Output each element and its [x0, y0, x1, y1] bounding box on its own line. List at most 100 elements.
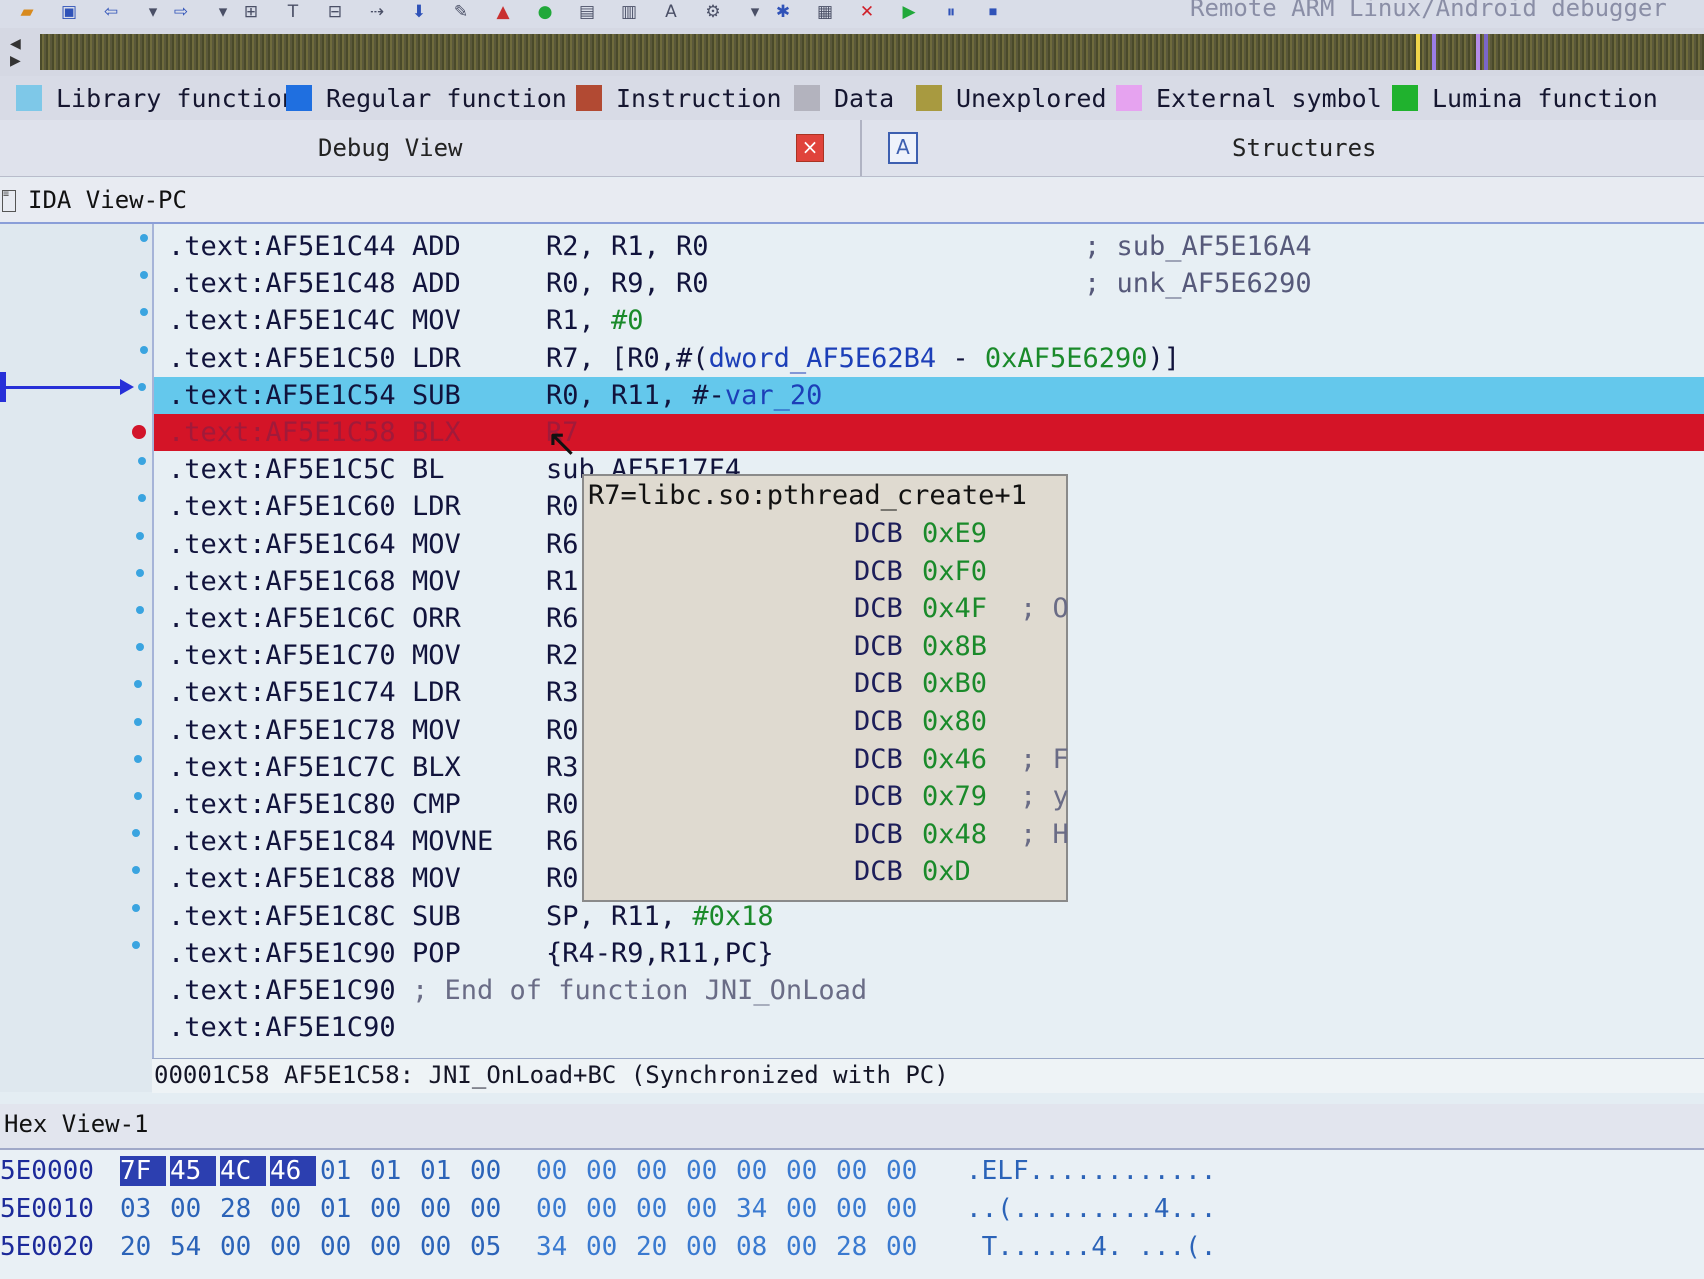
- instruction-address[interactable]: .text:AF5E1C70: [168, 640, 396, 671]
- hex-byte[interactable]: 00: [536, 1156, 582, 1186]
- toolbar-detach-icon[interactable]: ⏹: [982, 2, 1004, 22]
- hex-byte[interactable]: 4C: [220, 1156, 266, 1186]
- instruction-address[interactable]: .text:AF5E1C6C: [168, 603, 396, 634]
- toolbar-graph-icon[interactable]: ▦: [814, 2, 836, 22]
- hex-byte[interactable]: 00: [836, 1156, 882, 1186]
- line-dot-icon[interactable]: [140, 345, 148, 354]
- instruction-address[interactable]: .text:AF5E1C4C: [168, 305, 396, 336]
- toolbar-dropdown-icon[interactable]: ▾: [142, 2, 164, 22]
- instruction-mnemonic[interactable]: MOV: [412, 863, 461, 894]
- instruction-mnemonic[interactable]: MOV: [412, 566, 461, 597]
- hex-byte[interactable]: 00: [370, 1232, 416, 1262]
- hex-byte[interactable]: 00: [636, 1156, 682, 1186]
- hex-byte[interactable]: 01: [320, 1156, 366, 1186]
- hex-byte[interactable]: 05: [470, 1232, 516, 1262]
- instruction-mnemonic[interactable]: BLX: [412, 752, 461, 783]
- instruction-address[interactable]: .text:AF5E1C54: [168, 380, 396, 411]
- instruction-operands[interactable]: R2, R1, R0: [546, 231, 709, 262]
- line-dot-icon[interactable]: [140, 234, 148, 242]
- listing-row[interactable]: .text:AF5E1C90 POP {R4-R9,R11,PC}: [154, 935, 1704, 972]
- instruction-mnemonic[interactable]: MOVNE: [412, 826, 493, 857]
- instruction-address[interactable]: .text:AF5E1C90: [168, 938, 396, 969]
- line-dot-icon[interactable]: [138, 494, 146, 503]
- tab-structures[interactable]: A Structures: [862, 120, 1704, 176]
- close-tab-icon[interactable]: ×: [796, 134, 824, 162]
- instruction-address[interactable]: .text:AF5E1C80: [168, 789, 396, 820]
- hex-byte[interactable]: 00: [320, 1232, 366, 1262]
- toolbar-pause-icon[interactable]: ⏸: [940, 2, 962, 22]
- instruction-address[interactable]: .text:AF5E1C74: [168, 677, 396, 708]
- hex-byte[interactable]: 00: [686, 1232, 732, 1262]
- hex-byte[interactable]: 00: [786, 1156, 832, 1186]
- toolbar-string-icon[interactable]: A: [660, 2, 682, 22]
- instruction-operands[interactable]: R0, R11, #-var_20: [546, 380, 822, 411]
- line-dot-icon[interactable]: [136, 568, 144, 577]
- toolbar-green-circle-icon[interactable]: ●: [534, 2, 556, 22]
- toolbar-structure-icon[interactable]: ⚙: [702, 2, 724, 22]
- instruction-mnemonic[interactable]: LDR: [412, 343, 461, 374]
- hex-row[interactable]: 5E0000 7F 45 4C 46 01 01 01 00 00 00 00 00 00 00 00 00 .E…: [0, 1152, 1704, 1190]
- toolbar-nav-icon[interactable]: ⇢: [366, 2, 388, 22]
- instruction-operands[interactable]: SP, R11, #0x18: [546, 901, 774, 932]
- hex-ascii[interactable]: ..(.........4...: [966, 1194, 1216, 1224]
- hex-byte[interactable]: 01: [420, 1156, 466, 1186]
- line-dot-icon[interactable]: [136, 606, 144, 614]
- listing-row[interactable]: .text:AF5E1C44 ADD R2, R1, R0 ; sub_AF5E16A…: [154, 228, 1704, 265]
- hex-view-body[interactable]: 5E0000 7F 45 4C 46 01 01 01 00 00 00 00 00 00 00 00 00 .E…: [0, 1150, 1704, 1279]
- toolbar-stop-icon[interactable]: ✕: [856, 2, 878, 22]
- toolbar-back-icon[interactable]: ⇦: [100, 2, 122, 22]
- hex-byte[interactable]: 00: [786, 1194, 832, 1224]
- toolbar-save-icon[interactable]: ▣: [58, 2, 80, 22]
- instruction-operands[interactable]: {R4-R9,R11,PC}: [546, 938, 774, 969]
- instruction-address[interactable]: .text:AF5E1C88: [168, 863, 396, 894]
- instruction-mnemonic[interactable]: POP: [412, 938, 461, 969]
- hex-row[interactable]: 5E0010 03 00 28 00 01 00 00 00 00 00 00 00 34 00 00 00..…: [0, 1190, 1704, 1228]
- hex-byte[interactable]: 00: [586, 1194, 632, 1224]
- listing-row[interactable]: .text:AF5E1C90: [154, 1009, 1704, 1046]
- instruction-mnemonic[interactable]: BLX: [412, 417, 461, 448]
- hex-byte[interactable]: 20: [120, 1232, 166, 1262]
- toolbar-gear-icon[interactable]: ✱: [772, 2, 794, 22]
- instruction-address[interactable]: .text:AF5E1C50: [168, 343, 396, 374]
- line-dot-icon[interactable]: [140, 308, 148, 317]
- instruction-operands[interactable]: R1, #0: [546, 305, 644, 336]
- hex-byte[interactable]: 00: [270, 1232, 316, 1262]
- hex-byte[interactable]: 00: [470, 1156, 516, 1186]
- instruction-address[interactable]: .text:AF5E1C8C: [168, 901, 396, 932]
- instruction-address[interactable]: .text:AF5E1C64: [168, 529, 396, 560]
- listing-row[interactable]: .text:AF5E1C90 ; End of function JNI_OnLo…: [154, 972, 1704, 1009]
- current-instruction-row[interactable]: .text:AF5E1C54 SUB R0, R11, #-var_20: [154, 376, 1704, 414]
- line-dot-icon[interactable]: [134, 754, 142, 763]
- hex-byte[interactable]: 00: [420, 1194, 466, 1224]
- hex-byte[interactable]: 03: [120, 1194, 166, 1224]
- hex-byte[interactable]: 00: [886, 1232, 932, 1262]
- instruction-mnemonic[interactable]: SUB: [412, 901, 461, 932]
- hex-byte[interactable]: 00: [270, 1194, 316, 1224]
- line-dot-icon[interactable]: [132, 940, 140, 949]
- hex-byte[interactable]: 00: [220, 1232, 266, 1262]
- navigation-strip[interactable]: [40, 34, 1704, 70]
- line-dot-icon[interactable]: [140, 271, 148, 280]
- instruction-address[interactable]: .text:AF5E1C60: [168, 491, 396, 522]
- toolbar-forward-icon[interactable]: ⇨: [170, 2, 192, 22]
- hex-byte[interactable]: 00: [786, 1232, 832, 1262]
- instruction-mnemonic[interactable]: BL: [412, 454, 445, 485]
- toolbar-warning-icon[interactable]: ▲: [492, 2, 514, 22]
- hex-row[interactable]: 5E0020 20 54 00 00 00 00 00 05 34 00 20 00 08 00 28 00 T…: [0, 1228, 1704, 1266]
- hex-byte[interactable]: 01: [370, 1156, 416, 1186]
- breakpoint-icon[interactable]: [132, 425, 146, 439]
- hex-byte[interactable]: 00: [686, 1194, 732, 1224]
- instruction-address[interactable]: .text:AF5E1C58: [168, 417, 396, 448]
- hex-byte[interactable]: 00: [420, 1232, 466, 1262]
- instruction-address[interactable]: .text:AF5E1C90: [168, 975, 396, 1006]
- instruction-address[interactable]: .text:AF5E1C44: [168, 231, 396, 262]
- hex-byte[interactable]: 45: [170, 1156, 216, 1186]
- toolbar-code-icon[interactable]: ▤: [576, 2, 598, 22]
- tab-debug-view[interactable]: Debug View ×: [0, 120, 862, 176]
- line-dot-icon[interactable]: [132, 866, 140, 875]
- hex-byte[interactable]: 34: [536, 1232, 582, 1262]
- instruction-mnemonic[interactable]: MOV: [412, 529, 461, 560]
- instruction-mnemonic[interactable]: MOV: [412, 715, 461, 746]
- line-dot-icon[interactable]: [138, 382, 146, 391]
- hex-byte[interactable]: 46: [270, 1156, 316, 1186]
